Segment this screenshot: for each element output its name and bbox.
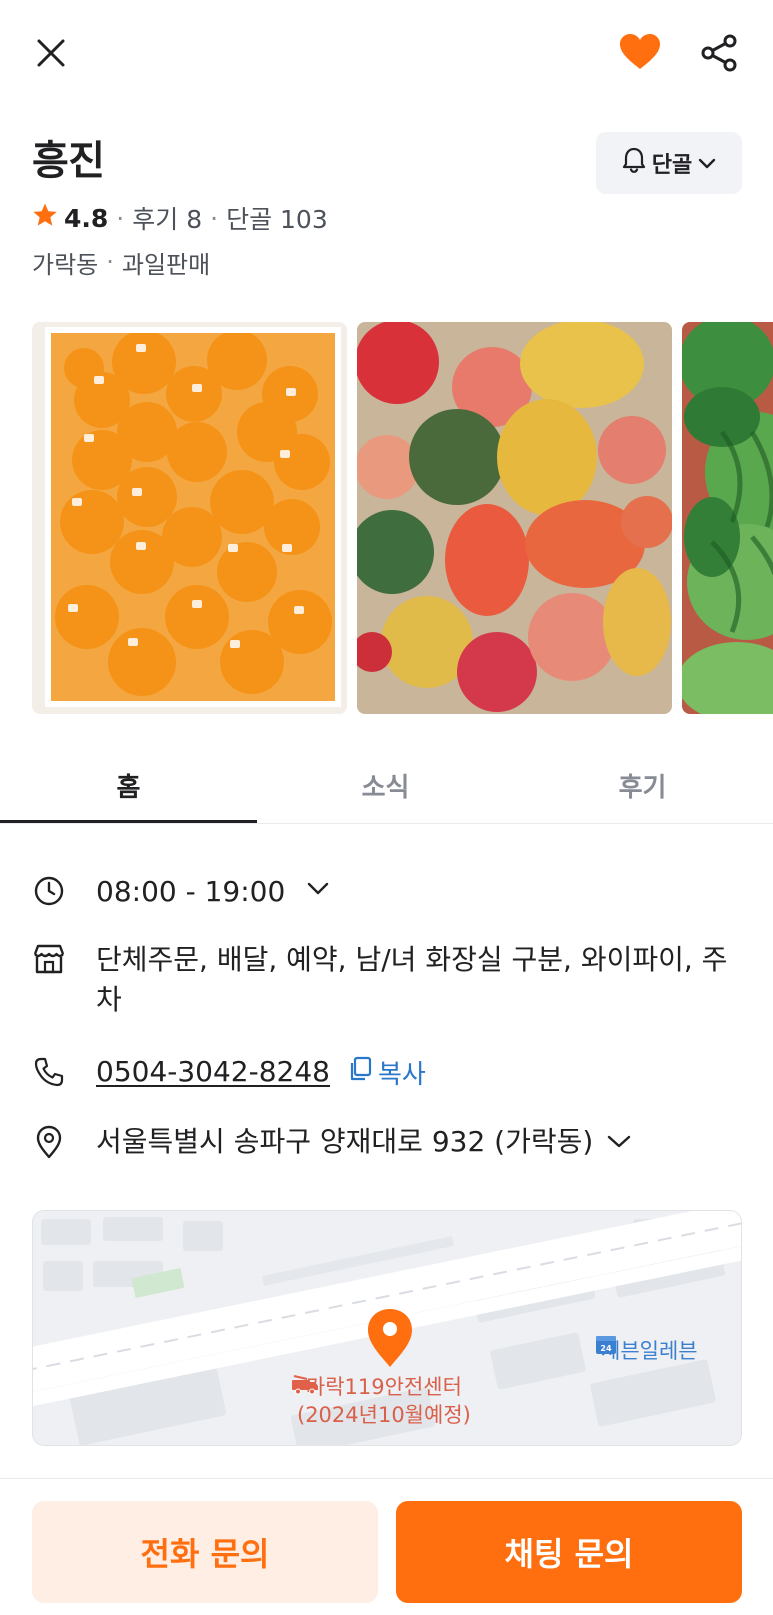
call-inquiry-button[interactable]: 전화 문의 [32, 1501, 378, 1603]
poi-fire-label: 가락119안전센터 [305, 1375, 462, 1399]
active-tab-indicator [0, 820, 257, 823]
store-icon [32, 942, 66, 976]
rating-value: 4.8 [64, 203, 109, 233]
dot-separator: · [106, 248, 114, 276]
dot-separator: · [116, 203, 125, 233]
tab-news[interactable]: 소식 [257, 746, 514, 824]
heart-icon[interactable] [614, 28, 666, 76]
regular-button-label: 단골 [651, 153, 693, 178]
bottom-action-bar: 전화 문의 채팅 문의 [0, 1478, 773, 1615]
photo-carousel[interactable] [32, 322, 773, 714]
store-address: 서울특별시 송파구 양재대로 932 (가락동) [96, 1125, 594, 1158]
star-icon [32, 202, 58, 234]
copy-label: 복사 [377, 1059, 426, 1090]
top-bar [0, 0, 773, 104]
tab-home[interactable]: 홈 [0, 746, 257, 824]
copy-icon [348, 1056, 372, 1089]
phone-row: 0504-3042-8248 복사 [32, 1052, 426, 1092]
location-pin-icon [32, 1125, 66, 1159]
chat-inquiry-button[interactable]: 채팅 문의 [396, 1501, 742, 1603]
phone-number[interactable]: 0504-3042-8248 [96, 1052, 330, 1092]
dot-separator: · [210, 203, 219, 233]
bell-icon [622, 147, 646, 179]
location-marker-icon [368, 1309, 412, 1367]
store-name: 흥진 [32, 138, 105, 184]
regulars-count: 단골 103 [226, 205, 328, 234]
store-location: 가락동 [32, 250, 99, 279]
close-icon[interactable] [28, 30, 74, 76]
amenities-list: 단체주문, 배달, 예약, 남/녀 화장실 구분, 와이파이, 주차 [96, 943, 728, 1016]
regular-button[interactable]: 단골 [596, 132, 742, 194]
store-stats: 4.8 · 후기 8 · 단골 103 [32, 200, 328, 236]
photo-apples-pears[interactable] [357, 322, 672, 714]
poi-convenience-store: 24 세븐일레븐 [595, 1335, 698, 1365]
address-row[interactable]: 서울특별시 송파구 양재대로 932 (가락동) [32, 1122, 631, 1162]
chevron-down-icon [698, 151, 716, 176]
poi-fire-note: (2024년10월예정) [297, 1403, 471, 1427]
poi-fire-station: 가락119안전센터 (2024년10월예정) [291, 1373, 471, 1429]
photo-watermelons[interactable] [682, 322, 773, 714]
tab-reviews[interactable]: 후기 [514, 746, 771, 824]
phone-icon [32, 1055, 66, 1089]
store-location-category: 가락동 · 과일판매 [32, 244, 210, 280]
chevron-down-icon[interactable] [307, 882, 329, 896]
copy-phone-button[interactable]: 복사 [348, 1054, 426, 1091]
clock-icon [32, 874, 66, 908]
chevron-down-icon[interactable] [607, 1135, 631, 1149]
map-preview[interactable]: 24 세븐일레븐 가락119안전센터 (2024년10월예정) [32, 1210, 742, 1446]
share-icon[interactable] [694, 28, 744, 78]
reviews-count[interactable]: 후기 8 [132, 200, 202, 236]
tab-bar: 홈 소식 후기 [0, 746, 773, 824]
business-hours: 08:00 - 19:00 [96, 875, 286, 908]
photo-tangerines[interactable] [32, 322, 347, 714]
svg-text:24: 24 [600, 1344, 612, 1353]
amenities-row: 단체주문, 배달, 예약, 남/녀 화장실 구분, 와이파이, 주차 [32, 940, 742, 1020]
store-category: 과일판매 [121, 250, 211, 279]
hours-row[interactable]: 08:00 - 19:00 [32, 872, 329, 912]
